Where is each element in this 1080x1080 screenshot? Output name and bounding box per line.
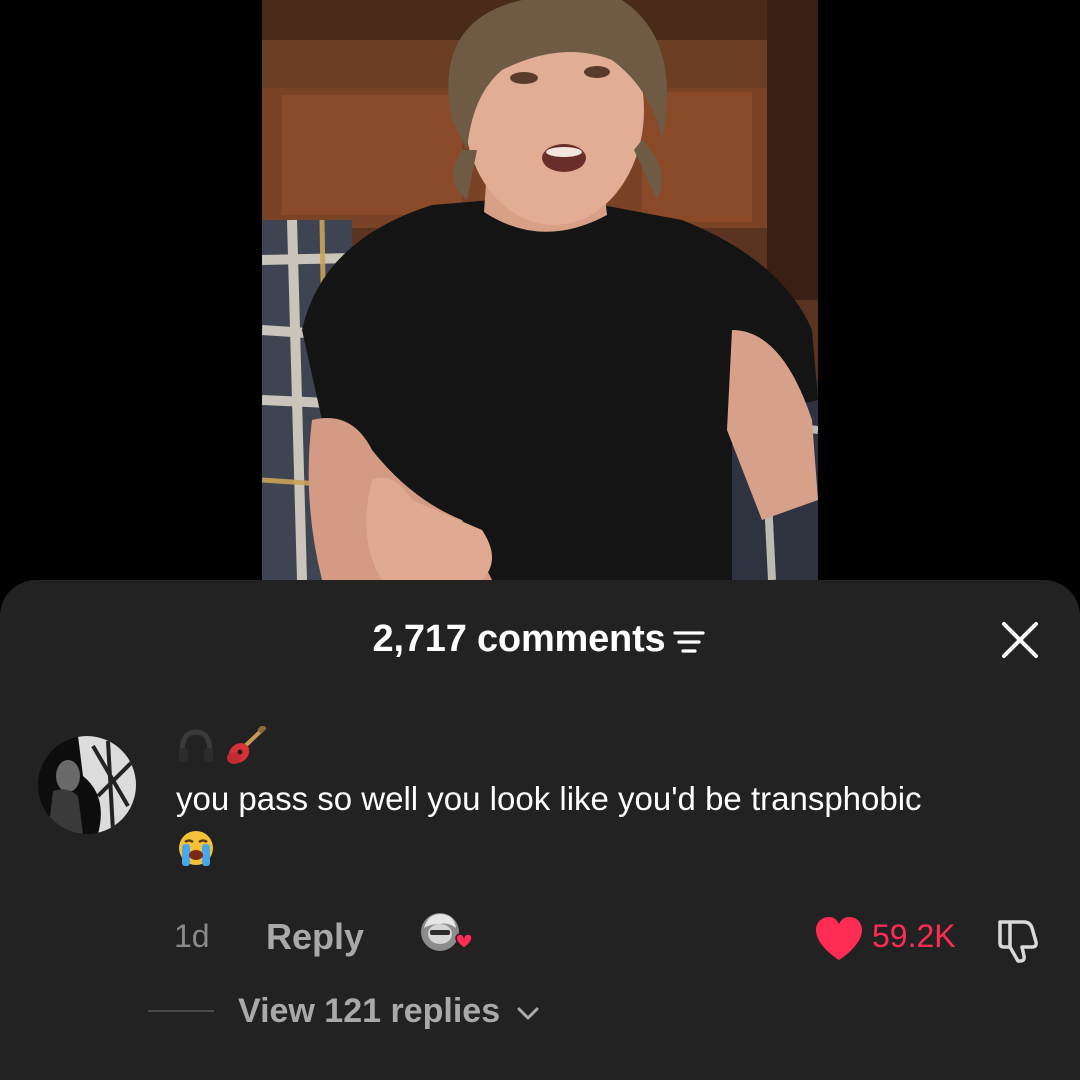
video-frame: [262, 0, 818, 580]
close-icon: [1002, 622, 1038, 658]
thumbs-down-icon[interactable]: [994, 914, 1044, 964]
filter-icon[interactable]: [671, 624, 707, 660]
guitar-icon: [227, 724, 267, 765]
comments-title-row[interactable]: 2,717 comments: [0, 618, 1080, 661]
chevron-down-icon: [517, 1007, 539, 1020]
replies-divider: [148, 1010, 214, 1012]
headphones-icon: [179, 729, 213, 763]
loudly-crying-face-icon: [176, 828, 216, 868]
creator-liked-icon: [418, 910, 474, 962]
comments-sheet: 2,717 comments you pass so well you look…: [0, 580, 1080, 1080]
reply-button[interactable]: Reply: [266, 916, 364, 958]
like-heart-icon[interactable]: [814, 916, 864, 962]
view-replies-label: View 121 replies: [238, 992, 501, 1030]
view-replies-button[interactable]: View 121 replies: [238, 992, 542, 1031]
comment-actions: 1d Reply 59.2K: [0, 896, 1080, 963]
comment-time: 1d: [174, 918, 210, 954]
close-button[interactable]: [994, 614, 1046, 666]
comments-header: 2,717 comments: [0, 580, 1080, 700]
comments-count-title: 2,717 comments: [372, 618, 666, 660]
video-player[interactable]: [0, 0, 1080, 580]
username[interactable]: [176, 724, 267, 766]
comment-text: you pass so well you look like you'd be …: [176, 780, 922, 817]
avatar[interactable]: [38, 736, 136, 834]
view-replies-row: View 121 replies: [0, 988, 1080, 1038]
like-count: 59.2K: [872, 918, 956, 954]
video-still-image: [262, 0, 818, 580]
